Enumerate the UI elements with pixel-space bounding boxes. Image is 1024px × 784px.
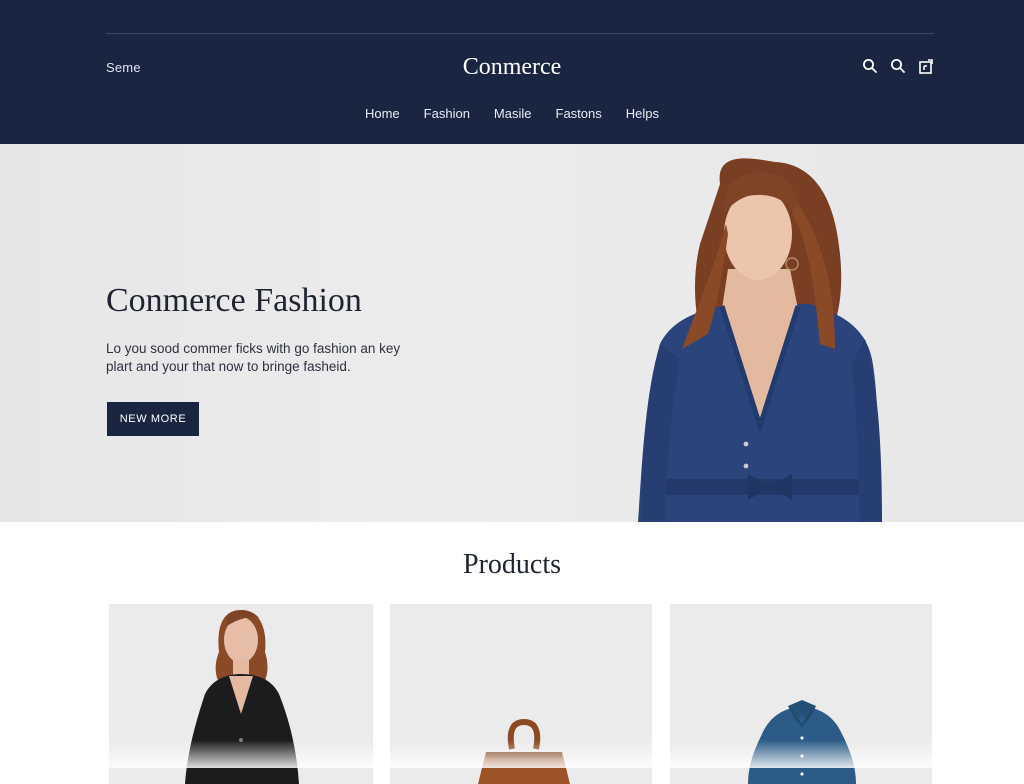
hero-cta-button[interactable]: NEW MORE [107,402,199,436]
products-heading: Products [463,549,561,580]
search-icon[interactable] [862,58,878,74]
main-nav: Home Fashion Masile Fastons Helps [0,106,1024,121]
hero-banner: Conmerce Fashion Lo you sood commer fick… [0,144,1024,522]
nav-item-helps[interactable]: Helps [626,106,659,121]
product-image-woman-black-blazer [109,604,373,784]
hero-description: Lo you sood commer ficks with go fashion… [106,340,466,376]
product-card[interactable] [390,604,652,784]
hero-text-line: Lo you sood commer ficks with go fashion… [106,341,401,356]
site-header: Seme Conmerce Home Fashion Masile Faston… [0,0,1024,144]
hero-text-line: plart and your that now to bringe fashei… [106,359,351,374]
hero-title: Conmerce Fashion [106,282,362,319]
nav-item-fastons[interactable]: Fastons [556,106,602,121]
product-image-blue-denim-shirt [670,604,932,784]
header-icons [862,58,934,74]
search-icon[interactable] [890,58,906,74]
product-image-brown-leather-bag [390,604,652,784]
product-card[interactable] [109,604,373,784]
header-divider [106,33,934,34]
nav-item-fashion[interactable]: Fashion [424,106,470,121]
hero-model-image [638,158,882,522]
product-card[interactable] [670,604,932,784]
nav-item-home[interactable]: Home [365,106,400,121]
nav-item-masile[interactable]: Masile [494,106,532,121]
bag-icon[interactable] [918,58,934,74]
